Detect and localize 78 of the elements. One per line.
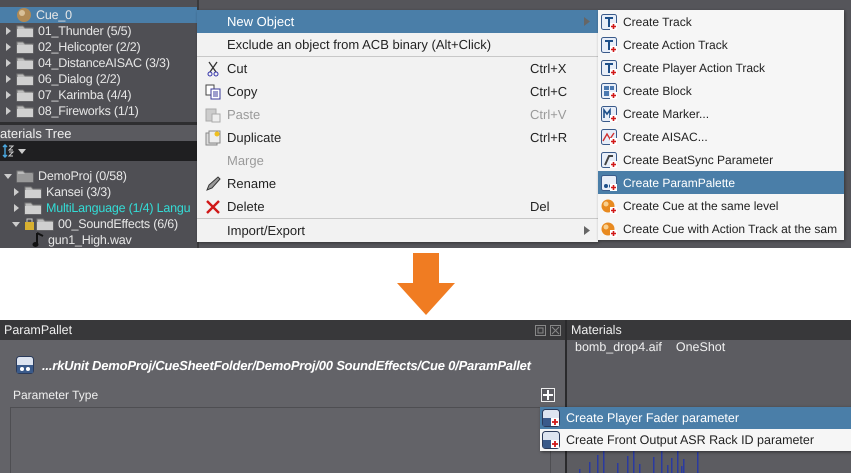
pencil-icon [205, 176, 221, 192]
menu-item[interactable]: Create Action Track [598, 33, 844, 56]
folder-icon [16, 56, 34, 70]
sphere-icon [16, 7, 32, 23]
ball-plus-icon [601, 198, 617, 214]
tree-item[interactable]: 02_Helicopter (2/2) [0, 39, 197, 55]
menu-item[interactable]: Create Cue at the same level [598, 194, 844, 217]
create-item-icon [601, 60, 617, 76]
duplicate-icon [205, 130, 221, 146]
menu-item[interactable]: Cut Ctrl+X [197, 56, 598, 80]
folder-icon [16, 88, 34, 102]
palette-icon [16, 356, 34, 374]
object-path: ...rkUnit DemoProj/CueSheetFolder/DemoProj/00 SoundEffects/Cue 0/ParamPallet [42, 358, 531, 372]
create-item-icon [601, 174, 617, 190]
delete-icon [206, 200, 220, 214]
folder-icon [16, 104, 34, 118]
menu-item[interactable]: Create Front Output ASR Rack ID parameter [540, 429, 851, 451]
create-item-icon [601, 106, 617, 122]
scissors-icon [207, 60, 219, 76]
locked-folder-icon [24, 217, 54, 231]
menu-item[interactable]: Create Player Fader parameter [540, 407, 851, 429]
menu-item[interactable]: Create Cue with Action Track at the sam [598, 217, 844, 240]
menu-item[interactable]: Create Track [598, 10, 844, 33]
tree-item[interactable]: DemoProj (0/58) [0, 168, 197, 184]
folder-icon [16, 169, 34, 183]
create-item-icon [601, 36, 617, 52]
menu-item[interactable]: New Object [197, 10, 598, 33]
file-name: bomb_drop4.aif [575, 340, 662, 354]
plus-icon [543, 390, 553, 400]
expanded-caret-icon[interactable] [4, 172, 12, 180]
close-icon[interactable] [550, 324, 561, 336]
loop-type: OneShot [676, 340, 726, 354]
ball-plus-icon [601, 220, 617, 236]
menu-item[interactable]: Create ParamPalette [598, 171, 844, 194]
submenu-arrow-icon [584, 17, 590, 26]
folder-icon [16, 24, 34, 38]
create-item-icon [601, 152, 617, 168]
menu-item[interactable]: Copy Ctrl+C [197, 80, 598, 103]
down-arrow-icon [396, 253, 454, 315]
menu-item[interactable]: Create Marker... [598, 102, 844, 125]
create-item-icon [601, 128, 617, 144]
panel-title: aterials Tree [0, 125, 197, 141]
clipboard-icon [205, 106, 221, 122]
submenu-arrow-icon [584, 226, 590, 235]
menu-item[interactable]: Exclude an object from ACB binary (Alt+Click) [197, 33, 598, 56]
menu-item[interactable]: Import/Export [197, 218, 598, 242]
tree-item[interactable]: MultiLanguage (1/4) Langu [0, 200, 197, 216]
create-item-icon [601, 82, 617, 98]
create-parameter-icon [542, 409, 560, 427]
add-button[interactable] [541, 388, 555, 402]
tree-item[interactable]: 01_Thunder (5/5) [0, 23, 197, 39]
copy-icon [205, 84, 221, 100]
tree-item[interactable]: 04_DistanceAISAC (3/3) [0, 55, 197, 71]
create-item-icon [601, 14, 617, 30]
menu-item[interactable]: Create Block [598, 79, 844, 102]
menu-item[interactable]: Rename [197, 172, 598, 195]
tree-item[interactable]: 06_Dialog (2/2) [0, 71, 197, 87]
tree-item[interactable]: 08_Fireworks (1/1) [0, 103, 197, 119]
tree-item[interactable]: gun1_High.wav [0, 232, 197, 248]
menu-item[interactable]: Delete Del [197, 195, 598, 218]
tree-item[interactable]: 00_SoundEffects (6/6) [0, 216, 197, 232]
panel-title: ParamPallet [4, 323, 74, 337]
tree-item[interactable]: Kansei (3/3) [0, 184, 197, 200]
folder-icon [16, 72, 34, 86]
menu-item[interactable]: Create Player Action Track [598, 56, 844, 79]
panel-title: Materials [571, 323, 623, 337]
section-label: Parameter Type [13, 388, 98, 402]
folder-icon [16, 40, 34, 54]
folder-icon [24, 185, 42, 199]
menu-item[interactable]: Duplicate Ctrl+R [197, 126, 598, 149]
sort-icon[interactable] [2, 144, 28, 158]
tree-item[interactable]: 07_Karimba (4/4) [0, 87, 197, 103]
expanded-caret-icon[interactable] [12, 220, 20, 228]
restore-icon[interactable] [535, 324, 546, 336]
music-note-icon [32, 232, 44, 248]
folder-icon [24, 201, 42, 215]
menu-item[interactable]: Create BeatSync Parameter [598, 148, 844, 171]
menu-item[interactable]: Create AISAC... [598, 125, 844, 148]
